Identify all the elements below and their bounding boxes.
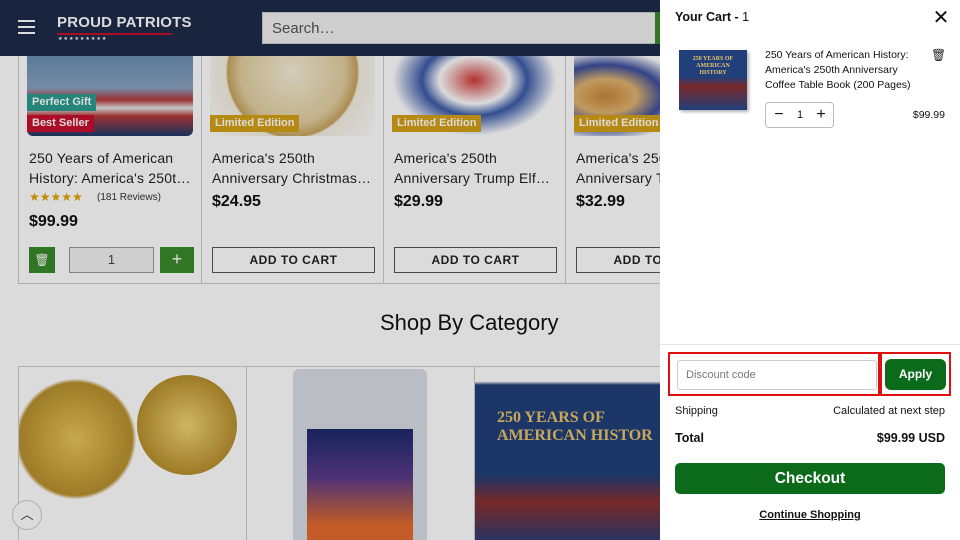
- apply-button[interactable]: Apply: [885, 359, 946, 390]
- apply-highlight: Apply: [880, 352, 951, 396]
- cart-count: 1: [742, 10, 750, 24]
- close-icon[interactable]: ✕: [931, 8, 951, 28]
- total-value: $99.99 USD: [876, 431, 945, 445]
- cart-drawer: Your Cart - 1 ✕ 250 YEARS OF AMERICAN HI…: [660, 0, 960, 540]
- minus-icon[interactable]: −: [770, 105, 788, 125]
- shipping-value: Calculated at next step: [833, 405, 945, 417]
- divider: [660, 344, 960, 345]
- cart-title-label: Your Cart -: [675, 10, 743, 24]
- discount-code-input[interactable]: [677, 360, 877, 390]
- total-label: Total: [675, 431, 704, 445]
- continue-shopping-link[interactable]: Continue Shopping: [660, 509, 960, 521]
- page-overlay[interactable]: [0, 0, 660, 540]
- shipping-label: Shipping: [675, 405, 718, 417]
- plus-icon[interactable]: +: [812, 105, 830, 125]
- cart-title: Your Cart - 1: [675, 10, 749, 24]
- quantity-value[interactable]: 1: [790, 105, 810, 125]
- checkout-button[interactable]: Checkout: [675, 463, 945, 494]
- cart-item-image-text: 250 YEARS OF AMERICAN HISTORY: [692, 56, 734, 76]
- discount-highlight: [668, 352, 880, 396]
- cart-item-price: $99.99: [912, 109, 945, 121]
- cart-item-image[interactable]: 250 YEARS OF AMERICAN HISTORY: [679, 50, 747, 110]
- trash-icon[interactable]: 🗑: [931, 48, 946, 64]
- cart-item-name[interactable]: 250 Years of American History: America's…: [765, 48, 925, 93]
- quantity-stepper: − 1 +: [765, 102, 834, 128]
